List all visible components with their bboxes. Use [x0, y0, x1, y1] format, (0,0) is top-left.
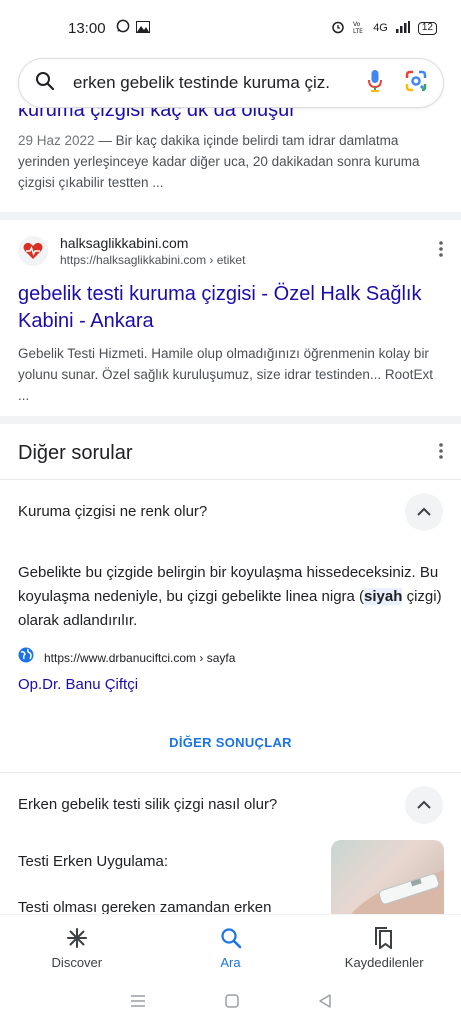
result-title[interactable]: gebelik testi kuruma çizgisi - Özel Halk…: [18, 281, 443, 335]
more-options-icon[interactable]: [439, 442, 443, 464]
result-card[interactable]: halksaglikkabini.com https://halksaglikk…: [18, 234, 443, 406]
signal-icon: [395, 20, 410, 36]
answer-source[interactable]: https://www.drbanuciftci.com › sayfa: [0, 647, 461, 668]
bookmarks-icon: [374, 927, 394, 952]
microphone-icon[interactable]: [367, 69, 383, 98]
results-area[interactable]: kuruma çizgisi kaç dk da oluşur 29 Haz 2…: [0, 108, 461, 914]
network-type: 4G: [373, 22, 388, 34]
asterisk-icon: [66, 927, 88, 952]
nav-label: Discover: [51, 955, 103, 970]
system-navigation: [0, 982, 461, 1024]
search-input[interactable]: erken gebelik testinde kuruma çiz...: [73, 73, 331, 93]
search-bar[interactable]: erken gebelik testinde kuruma çiz...: [18, 58, 444, 108]
svg-text:Vo: Vo: [353, 21, 361, 28]
paa-question[interactable]: Erken gebelik testi silik çizgi nasıl ol…: [0, 772, 461, 836]
paa-answer: Gebelikte bu çizgide belirgin bir koyula…: [0, 561, 461, 633]
more-results-button[interactable]: DİĞER SONUÇLAR: [0, 735, 461, 750]
site-name: halksaglikkabini.com: [60, 235, 189, 251]
battery-indicator: 12: [417, 21, 437, 35]
back-icon[interactable]: [318, 993, 332, 1013]
result-card[interactable]: kuruma çizgisi kaç dk da oluşur 29 Haz 2…: [0, 108, 461, 193]
gallery-icon: [135, 20, 150, 37]
nav-search[interactable]: Ara: [154, 915, 308, 982]
home-icon[interactable]: [224, 993, 239, 1013]
globe-icon: [18, 647, 34, 668]
result-snippet: Gebelik Testi Hizmeti. Hamile olup olmad…: [18, 346, 433, 403]
svg-text:LTE: LTE: [353, 28, 363, 34]
nav-label: Ara: [220, 955, 241, 970]
menu-icon[interactable]: [130, 994, 146, 1013]
result-date: 29 Haz 2022: [18, 133, 95, 148]
paa-question-text: Kuruma çizgisi ne renk olur?: [18, 503, 208, 520]
result-snippet: 29 Haz 2022 — Bir kaç dakika içinde beli…: [18, 130, 443, 193]
answer-thumbnail[interactable]: [331, 840, 444, 914]
site-favicon: [18, 236, 48, 266]
search-icon: [220, 927, 242, 952]
source-url: https://www.drbanuciftci.com › sayfa: [44, 650, 236, 665]
paa-question-text: Erken gebelik testi silik çizgi nasıl ol…: [18, 796, 278, 813]
result-title[interactable]: kuruma çizgisi kaç dk da oluşur: [18, 108, 443, 124]
section-divider: [0, 416, 461, 424]
search-icon: [35, 71, 55, 96]
source-title[interactable]: Op.Dr. Banu Çiftçi: [0, 676, 461, 693]
people-also-ask: Diğer sorular Kuruma çizgisi ne renk olu…: [0, 433, 461, 914]
chevron-up-icon[interactable]: [405, 785, 443, 824]
chevron-up-icon[interactable]: [405, 492, 443, 531]
lens-icon[interactable]: [405, 70, 427, 97]
paa-question[interactable]: Kuruma çizgisi ne renk olur?: [0, 479, 461, 543]
more-options-icon[interactable]: [439, 240, 443, 262]
bottom-navigation: Discover Ara Kaydedilenler: [0, 914, 461, 982]
status-bar: 13:00 Vo LTE 4G 12: [0, 0, 461, 56]
status-time: 13:00: [68, 19, 106, 37]
whatsapp-icon: [116, 19, 130, 37]
alarm-icon: [331, 20, 345, 37]
section-divider: [0, 212, 461, 220]
volte-icon: Vo LTE: [353, 20, 365, 37]
answer-highlight: siyah: [364, 588, 403, 605]
paa-title: Diğer sorular: [18, 441, 133, 464]
nav-label: Kaydedilenler: [344, 955, 424, 970]
nav-saved[interactable]: Kaydedilenler: [307, 915, 461, 982]
site-url: https://halksaglikkabini.com › etiket: [60, 253, 246, 267]
nav-discover[interactable]: Discover: [0, 915, 154, 982]
paa-answer: Testi Erken Uygulama: Testi olması gerek…: [0, 836, 461, 914]
